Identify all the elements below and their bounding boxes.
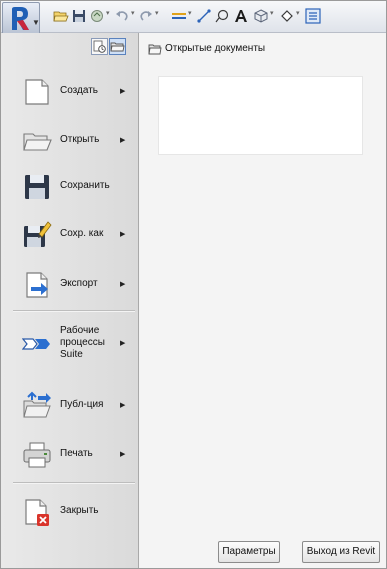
menu-divider <box>13 482 135 484</box>
menu-item-label: Закрыть <box>60 505 99 516</box>
quick-access-toolbar: ▼ ▾ ▾ ▾ ▾ ▾ ▾ <box>1 1 386 34</box>
recent-documents-icon <box>93 40 106 53</box>
measure-icon[interactable] <box>171 8 187 24</box>
application-menu-window: ▼ ▾ ▾ ▾ ▾ ▾ ▾ Создать ▶ Открыть ▶ Сохран… <box>0 0 387 569</box>
menu-item-label: Печать <box>60 448 93 459</box>
menu-divider <box>13 310 135 312</box>
save-icon <box>25 175 49 199</box>
printer-icon <box>23 442 51 468</box>
open-documents-toggle[interactable] <box>109 38 126 55</box>
save-as-icon <box>24 221 52 247</box>
menu-item-label: Открыть <box>60 134 100 145</box>
submenu-arrow-icon: ▶ <box>120 231 126 238</box>
menu-item-save[interactable]: Сохранить <box>1 166 138 208</box>
open-documents-list[interactable] <box>158 76 363 155</box>
menu-item-create[interactable]: Создать ▶ <box>1 71 138 113</box>
menu-item-label: Рабочие процессы Suite <box>60 325 105 360</box>
open-folder-icon <box>23 133 52 151</box>
chevron-down-icon[interactable]: ▾ <box>131 9 135 17</box>
folder-icon <box>110 42 125 52</box>
submenu-arrow-icon: ▶ <box>120 88 126 95</box>
menu-item-export[interactable]: Экспорт ▶ <box>1 264 138 306</box>
new-document-icon <box>25 79 49 105</box>
open-documents-title: Открытые документы <box>165 43 266 54</box>
chevron-down-icon[interactable]: ▾ <box>296 9 300 17</box>
section-icon[interactable] <box>279 8 295 24</box>
menu-item-label: Создать <box>60 85 99 96</box>
menu-item-save-as[interactable]: Сохр. как ▶ <box>1 214 138 256</box>
chevron-down-icon[interactable]: ▾ <box>188 9 192 17</box>
revit-logo-icon <box>12 7 29 30</box>
submenu-arrow-icon: ▶ <box>120 402 126 409</box>
redo-icon[interactable] <box>138 8 154 24</box>
options-button[interactable]: Параметры <box>218 541 280 563</box>
menu-item-label: Экспорт <box>60 278 98 289</box>
menu-item-label: Публ-ция <box>60 399 104 410</box>
menu-item-label: Сохр. как <box>60 228 104 239</box>
submenu-arrow-icon: ▶ <box>120 281 126 288</box>
3d-view-icon[interactable] <box>253 8 269 24</box>
application-menu-button[interactable]: ▼ <box>2 2 40 34</box>
chevron-down-icon: ▼ <box>32 18 40 27</box>
save-icon[interactable] <box>71 8 87 24</box>
document-view-toggle <box>91 38 127 56</box>
menu-item-label: Сохранить <box>60 180 110 191</box>
menu-item-publish[interactable]: Публ-ция ▶ <box>1 385 138 427</box>
publish-icon <box>23 391 51 418</box>
open-folder-icon[interactable] <box>53 8 69 24</box>
chevron-down-icon[interactable]: ▾ <box>270 9 274 17</box>
suite-workflows-icon <box>22 338 50 350</box>
text-icon[interactable] <box>233 8 249 24</box>
chevron-down-icon[interactable]: ▾ <box>155 9 159 17</box>
submenu-arrow-icon: ▶ <box>120 340 126 347</box>
menu-item-print[interactable]: Печать ▶ <box>1 434 138 476</box>
application-menu-panel: Создать ▶ Открыть ▶ Сохранить Сохр. как … <box>1 33 139 568</box>
submenu-arrow-icon: ▶ <box>120 137 126 144</box>
undo-icon[interactable] <box>114 8 130 24</box>
folder-icon <box>148 44 162 55</box>
switch-windows-icon[interactable] <box>305 8 321 24</box>
tag-icon[interactable] <box>214 8 230 24</box>
menu-item-suite-workflows[interactable]: Рабочие процессы Suite ▶ <box>1 323 138 367</box>
export-icon <box>26 272 48 298</box>
menu-item-open[interactable]: Открыть ▶ <box>1 120 138 162</box>
exit-revit-button[interactable]: Выход из Revit <box>302 541 380 563</box>
sync-icon[interactable] <box>89 8 105 24</box>
recent-documents-toggle[interactable] <box>91 38 108 55</box>
aligned-dimension-icon[interactable] <box>196 8 212 24</box>
close-document-icon <box>25 499 49 526</box>
menu-item-close[interactable]: Закрыть <box>1 491 138 533</box>
submenu-arrow-icon: ▶ <box>120 451 126 458</box>
chevron-down-icon[interactable]: ▾ <box>106 9 110 17</box>
